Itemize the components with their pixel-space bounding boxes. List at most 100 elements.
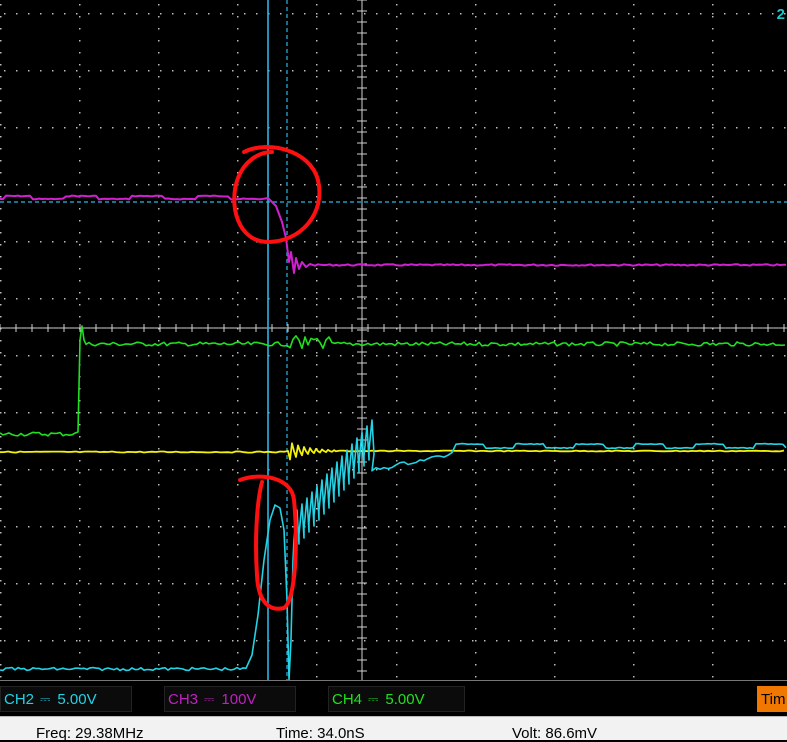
grid-dot xyxy=(554,364,556,366)
grid-dot xyxy=(160,412,162,414)
ch2-settings[interactable]: CH2 ⎓ 5.00V xyxy=(0,686,132,712)
grid-dot xyxy=(0,352,2,354)
grid-dot xyxy=(554,256,556,258)
grid-dot xyxy=(412,184,414,186)
grid-dot xyxy=(688,13,690,15)
grid-dot xyxy=(79,208,81,210)
grid-dot xyxy=(712,112,714,114)
grid-dot xyxy=(554,280,556,282)
grid-dot xyxy=(592,583,594,585)
ch4-trace xyxy=(0,325,786,437)
grid-dot xyxy=(88,13,90,15)
grid-dot xyxy=(172,13,174,15)
grid-dot xyxy=(184,127,186,129)
grid-dot xyxy=(328,412,330,414)
ch3-settings[interactable]: CH3 ⎓ 100V xyxy=(164,686,296,712)
grid-dot xyxy=(748,412,750,414)
grid-dot xyxy=(604,640,606,642)
grid-dot xyxy=(237,532,239,534)
grid-dot xyxy=(0,508,2,510)
grid-dot xyxy=(424,184,426,186)
grid-dot xyxy=(316,583,318,585)
grid-dot xyxy=(52,640,54,642)
grid-dot xyxy=(396,220,398,222)
grid-dot xyxy=(472,298,474,300)
grid-dot xyxy=(554,244,556,246)
grid-dot xyxy=(472,583,474,585)
grid-dot xyxy=(712,469,714,471)
grid-dot xyxy=(184,583,186,585)
grid-dot xyxy=(554,508,556,510)
waveform-canvas xyxy=(0,0,787,680)
grid-dot xyxy=(396,304,398,306)
grid-dot xyxy=(396,364,398,366)
grid-dot xyxy=(652,412,654,414)
grid-dot xyxy=(172,640,174,642)
grid-dot xyxy=(712,592,714,594)
grid-dot xyxy=(292,127,294,129)
grid-dot xyxy=(772,412,774,414)
grid-dot xyxy=(388,526,390,528)
grid-dot xyxy=(124,583,126,585)
grid-dot xyxy=(508,70,510,72)
grid-dot xyxy=(112,355,114,357)
grid-dot xyxy=(460,355,462,357)
grid-dot xyxy=(136,583,138,585)
grid-dot xyxy=(237,568,239,570)
grid-dot xyxy=(475,592,477,594)
grid-dot xyxy=(633,520,635,522)
grid-dot xyxy=(158,388,160,390)
ch4-settings[interactable]: CH4 ⎓ 5.00V xyxy=(328,686,465,712)
grid-dot xyxy=(100,13,102,15)
timebase-settings[interactable]: Tim xyxy=(757,686,787,712)
grid-dot xyxy=(544,184,546,186)
measurement-cursors[interactable] xyxy=(0,0,787,680)
grid-dot xyxy=(316,13,318,15)
grid-dot xyxy=(424,412,426,414)
waveform-display[interactable]: 2 xyxy=(0,0,787,680)
grid-dot xyxy=(396,64,398,66)
grid-dot xyxy=(475,448,477,450)
grid-dot xyxy=(237,472,239,474)
grid-dot xyxy=(100,70,102,72)
grid-dot xyxy=(172,184,174,186)
grid-dot xyxy=(676,241,678,243)
grid-dot xyxy=(79,88,81,90)
grid-dot xyxy=(208,13,210,15)
grid-dot xyxy=(748,298,750,300)
grid-dot xyxy=(448,241,450,243)
grid-dot xyxy=(0,76,2,78)
grid-dot xyxy=(292,469,294,471)
grid-dot xyxy=(712,292,714,294)
grid-dot xyxy=(568,241,570,243)
grid-dot xyxy=(700,184,702,186)
grid-dot xyxy=(556,184,558,186)
volt-readout: Volt: 86.6mV xyxy=(512,725,598,742)
grid-dot xyxy=(736,526,738,528)
grid-dot xyxy=(475,496,477,498)
grid-dot xyxy=(784,241,786,243)
grid-dot xyxy=(40,583,42,585)
grid-dot xyxy=(88,241,90,243)
grid-dot xyxy=(484,640,486,642)
grid-dot xyxy=(532,355,534,357)
grid-dot xyxy=(244,127,246,129)
grid-dot xyxy=(88,70,90,72)
grid-dot xyxy=(158,412,160,414)
grid-dot xyxy=(484,583,486,585)
grid-dot xyxy=(676,583,678,585)
grid-dot xyxy=(520,127,522,129)
grid-dot xyxy=(184,13,186,15)
grid-dot xyxy=(340,70,342,72)
grid-dot xyxy=(304,127,306,129)
grid-dot xyxy=(304,640,306,642)
grid-dot xyxy=(0,232,2,234)
grid-dot xyxy=(158,184,160,186)
grid-dot xyxy=(304,583,306,585)
grid-dot xyxy=(520,412,522,414)
grid-dot xyxy=(554,640,556,642)
grid-dot xyxy=(712,556,714,558)
grid-dot xyxy=(688,412,690,414)
grid-dot xyxy=(532,640,534,642)
grid-dot xyxy=(4,583,6,585)
